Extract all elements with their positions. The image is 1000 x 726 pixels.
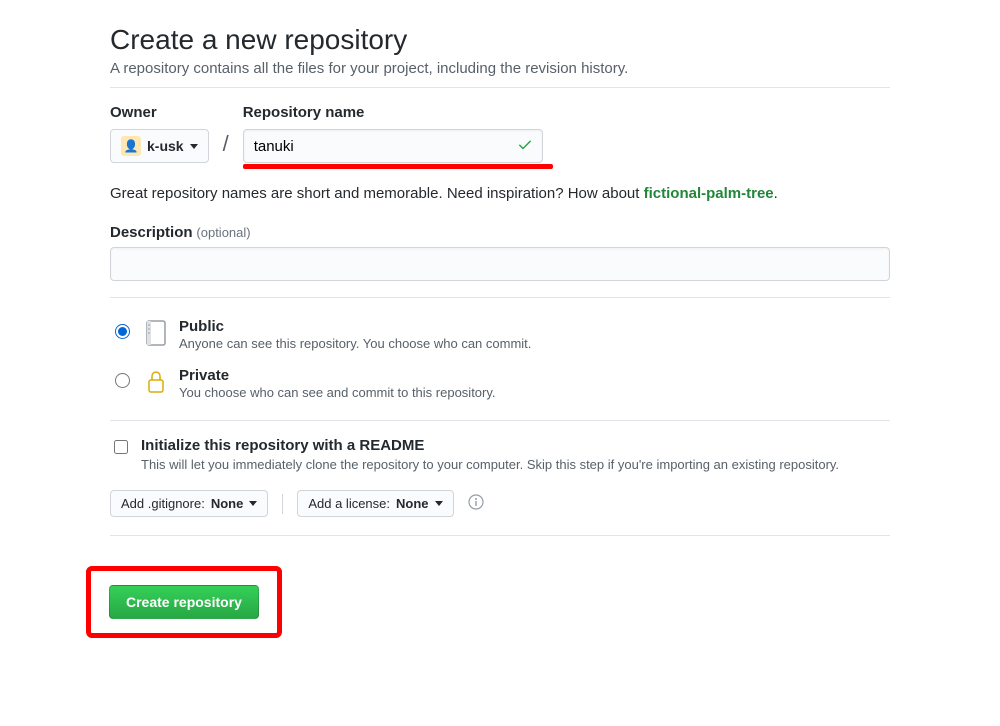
lock-icon [143, 367, 169, 396]
private-title: Private [179, 367, 890, 384]
page-title: Create a new repository [110, 24, 890, 56]
suggestion-link[interactable]: fictional-palm-tree [644, 185, 774, 202]
annotation-underline [243, 164, 553, 169]
description-label: Description [110, 224, 193, 241]
initialize-row: Initialize this repository with a README… [110, 421, 890, 474]
visibility-private-radio[interactable] [115, 373, 130, 388]
caret-down-icon [435, 501, 443, 506]
name-hint: Great repository names are short and mem… [110, 185, 890, 202]
divider-vertical [282, 494, 283, 514]
visibility-public-row[interactable]: Public Anyone can see this repository. Y… [110, 310, 890, 359]
public-subtitle: Anyone can see this repository. You choo… [179, 336, 890, 351]
repo-icon [143, 318, 169, 347]
visibility-private-row[interactable]: Private You choose who can see and commi… [110, 359, 890, 408]
caret-down-icon [249, 501, 257, 506]
public-title: Public [179, 318, 890, 335]
annotation-box: Create repository [86, 566, 282, 638]
slash-separator: / [219, 131, 233, 163]
divider [110, 535, 890, 536]
initialize-readme-checkbox[interactable] [114, 440, 128, 454]
info-icon[interactable] [468, 494, 484, 513]
owner-username: k-usk [147, 138, 184, 154]
initialize-title: Initialize this repository with a README [141, 437, 839, 454]
caret-down-icon [190, 144, 198, 149]
name-section: Owner 👤 k-usk / Repository name [110, 88, 890, 297]
visibility-public-radio[interactable] [115, 324, 130, 339]
description-optional: (optional) [196, 225, 250, 240]
check-icon [517, 137, 533, 156]
owner-select-button[interactable]: 👤 k-usk [110, 129, 209, 163]
gitignore-dropdown[interactable]: Add .gitignore: None [110, 490, 268, 517]
description-input[interactable] [110, 247, 890, 281]
avatar: 👤 [121, 136, 141, 156]
license-dropdown[interactable]: Add a license: None [297, 490, 453, 517]
repo-name-input[interactable] [243, 129, 543, 163]
repo-name-label: Repository name [243, 104, 543, 121]
private-subtitle: You choose who can see and commit to thi… [179, 385, 890, 400]
page-subtitle: A repository contains all the files for … [110, 60, 890, 77]
create-repository-button[interactable]: Create repository [109, 585, 259, 619]
initialize-subtitle: This will let you immediately clone the … [141, 456, 839, 474]
visibility-section: Public Anyone can see this repository. Y… [110, 298, 890, 420]
owner-label: Owner [110, 104, 209, 121]
